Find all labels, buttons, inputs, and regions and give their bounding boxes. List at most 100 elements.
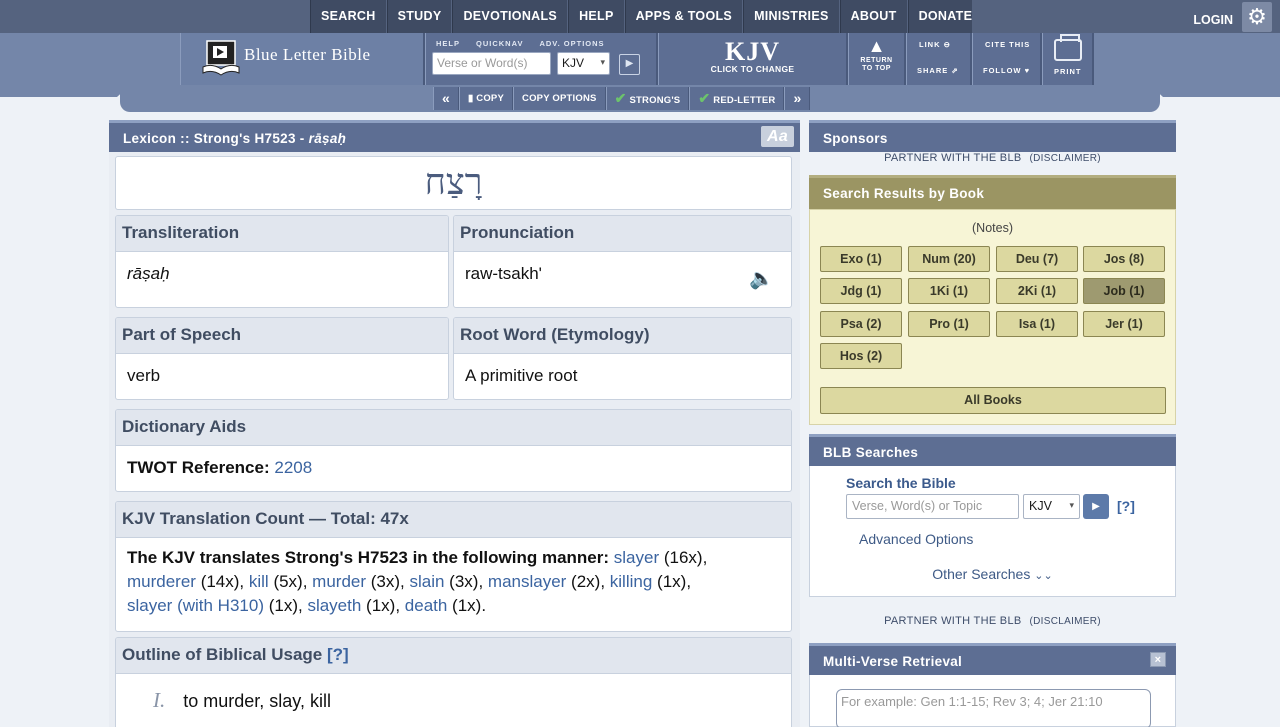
book-button-2ki[interactable]: 2Ki (1) [996,278,1078,304]
other-searches-link[interactable]: Other Searches ⌄⌄ [810,566,1175,582]
cite-button[interactable]: CITE THIS [985,40,1030,49]
quick-search-go-button[interactable]: ▶ [619,54,640,75]
copy-options-button[interactable]: COPY OPTIONS [513,87,606,110]
verse-input[interactable]: Verse or Word(s) [432,52,551,75]
outline-numeral: I. [153,688,166,712]
disclaimer-link[interactable]: (DISCLAIMER) [1030,616,1101,627]
book-button-hos[interactable]: Hos (2) [820,343,902,369]
translation-count: (3x), [366,572,410,591]
link-icon: ⊖ [943,40,951,49]
root-word-card: Root Word (Etymology) A primitive root [453,317,792,400]
link-button[interactable]: LINK ⊖ [919,40,951,49]
strongs-toggle[interactable]: ✔ STRONG'S [605,87,690,110]
gear-icon[interactable]: ⚙ [1242,2,1272,32]
nav-study[interactable]: STUDY [386,0,453,33]
search-help-link[interactable]: [?] [1117,498,1135,514]
nav-ministries[interactable]: MINISTRIES [743,0,840,33]
bible-version-select[interactable]: KJV [1023,494,1080,519]
help-label[interactable]: HELP [436,39,460,48]
printer-icon [1053,34,1082,61]
partner-bar-bottom: PARTNER WITH THE BLB (DISCLAIMER) [809,615,1176,627]
translation-link[interactable]: kill [249,572,269,591]
book-button-jdg[interactable]: Jdg (1) [820,278,902,304]
nav-search[interactable]: SEARCH [310,0,387,33]
lexicon-title: Lexicon :: Strong's H7523 - [123,131,309,146]
toolbar: Blue Letter Bible HELP QUICKNAV ADV. OPT… [180,33,1095,85]
translation-link[interactable]: slayer [614,548,659,567]
book-button-num[interactable]: Num (20) [908,246,990,272]
all-books-button[interactable]: All Books [820,387,1166,414]
bible-search-go-button[interactable]: ▶ [1083,494,1109,519]
twot-link[interactable]: 2208 [274,458,312,477]
double-chevron-down-icon: ⌄⌄ [1034,570,1053,582]
speaker-icon[interactable]: 🔈 [749,266,779,290]
bible-search-input[interactable]: Verse, Word(s) or Topic [846,494,1019,519]
transliteration-value: rāṣaḥ [127,264,170,283]
follow-button[interactable]: FOLLOW ♥ [983,66,1030,75]
book-button-jos[interactable]: Jos (8) [1083,246,1165,272]
font-size-button[interactable]: Aa [761,126,794,147]
logo-text: Blue Letter Bible [244,45,371,64]
nav-apps-tools[interactable]: APPS & TOOLS [624,0,744,33]
nav-devotionals[interactable]: DEVOTIONALS [452,0,569,33]
root-word-value: A primitive root [465,366,578,385]
adv-options-label[interactable]: ADV. OPTIONS [539,39,604,48]
outline-help-link[interactable]: [?] [327,645,349,664]
version-switcher[interactable]: KJV CLICK TO CHANGE [658,33,848,85]
partner-link[interactable]: PARTNER WITH THE BLB [884,152,1021,164]
print-button[interactable]: PRINT [1042,33,1094,85]
quicknav-label[interactable]: QUICKNAV [476,39,523,48]
pronunciation-card: Pronunciation raw-tsakh' 🔈 [453,215,792,308]
translation-link[interactable]: slayeth [307,596,361,615]
site-logo[interactable]: Blue Letter Bible [180,33,425,85]
advanced-options-link[interactable]: Advanced Options [859,531,973,547]
translation-link[interactable]: slain [409,572,444,591]
disclaimer-link[interactable]: (DISCLAIMER) [1030,153,1101,164]
next-arrow-icon[interactable]: » [784,87,811,110]
book-button-exo[interactable]: Exo (1) [820,246,902,272]
translation-list: The KJV translates Strong's H7523 in the… [116,538,791,630]
band-decoration-right [1150,85,1280,97]
book-button-isa[interactable]: Isa (1) [996,311,1078,337]
translation-link[interactable]: killing [610,572,653,591]
hebrew-word: רָצַח [424,162,483,203]
book-button-deu[interactable]: Deu (7) [996,246,1078,272]
return-to-top-button[interactable]: ▲ RETURN TO TOP [848,33,906,85]
nav-donate[interactable]: DONATE [907,0,984,33]
heart-icon: ♥ [1024,66,1031,75]
root-word-heading: Root Word (Etymology) [454,318,791,354]
clipboard-icon: ▮ [468,93,474,104]
checkmark-icon: ✔ [698,90,711,106]
translation-link[interactable]: death [405,596,448,615]
translation-link[interactable]: murder [312,572,366,591]
part-of-speech-heading: Part of Speech [116,318,448,354]
translation-count: (1x). [447,596,487,615]
translation-link[interactable]: manslayer [488,572,566,591]
book-button-psa[interactable]: Psa (2) [820,311,902,337]
translation-count: (14x), [195,572,249,591]
search-results-header: Search Results by Book [809,175,1176,209]
nav-help[interactable]: HELP [568,0,625,33]
multi-verse-textarea[interactable]: For example: Gen 1:1-15; Rev 3; 4; Jer 2… [836,689,1151,727]
book-button-job[interactable]: Job (1) [1083,278,1165,304]
previous-arrow-icon[interactable]: « [433,87,459,110]
book-button-jer[interactable]: Jer (1) [1083,311,1165,337]
translation-count-heading: KJV Translation Count — Total: 47x [116,502,791,538]
notes-link[interactable]: (Notes) [810,221,1175,235]
book-button-1ki[interactable]: 1Ki (1) [908,278,990,304]
copy-button[interactable]: ▮ COPY [459,87,514,110]
translation-count: (2x), [566,572,610,591]
translation-link[interactable]: murderer [127,572,196,591]
link-share-group: LINK ⊖ SHARE ⇗ [906,33,972,85]
book-button-pro[interactable]: Pro (1) [908,311,990,337]
partner-link[interactable]: PARTNER WITH THE BLB [884,615,1021,627]
close-icon[interactable]: × [1150,652,1166,667]
band-decoration-left [0,85,130,97]
version-select[interactable]: KJV [557,52,610,75]
red-letter-toggle[interactable]: ✔ RED-LETTER [689,87,785,110]
translation-link[interactable]: slayer (with H310) [127,596,264,615]
cite-follow-group: CITE THIS FOLLOW ♥ [972,33,1042,85]
translation-intro: The KJV translates Strong's H7523 in the… [127,548,610,567]
nav-about[interactable]: ABOUT [839,0,908,33]
share-button[interactable]: SHARE ⇗ [917,66,959,75]
